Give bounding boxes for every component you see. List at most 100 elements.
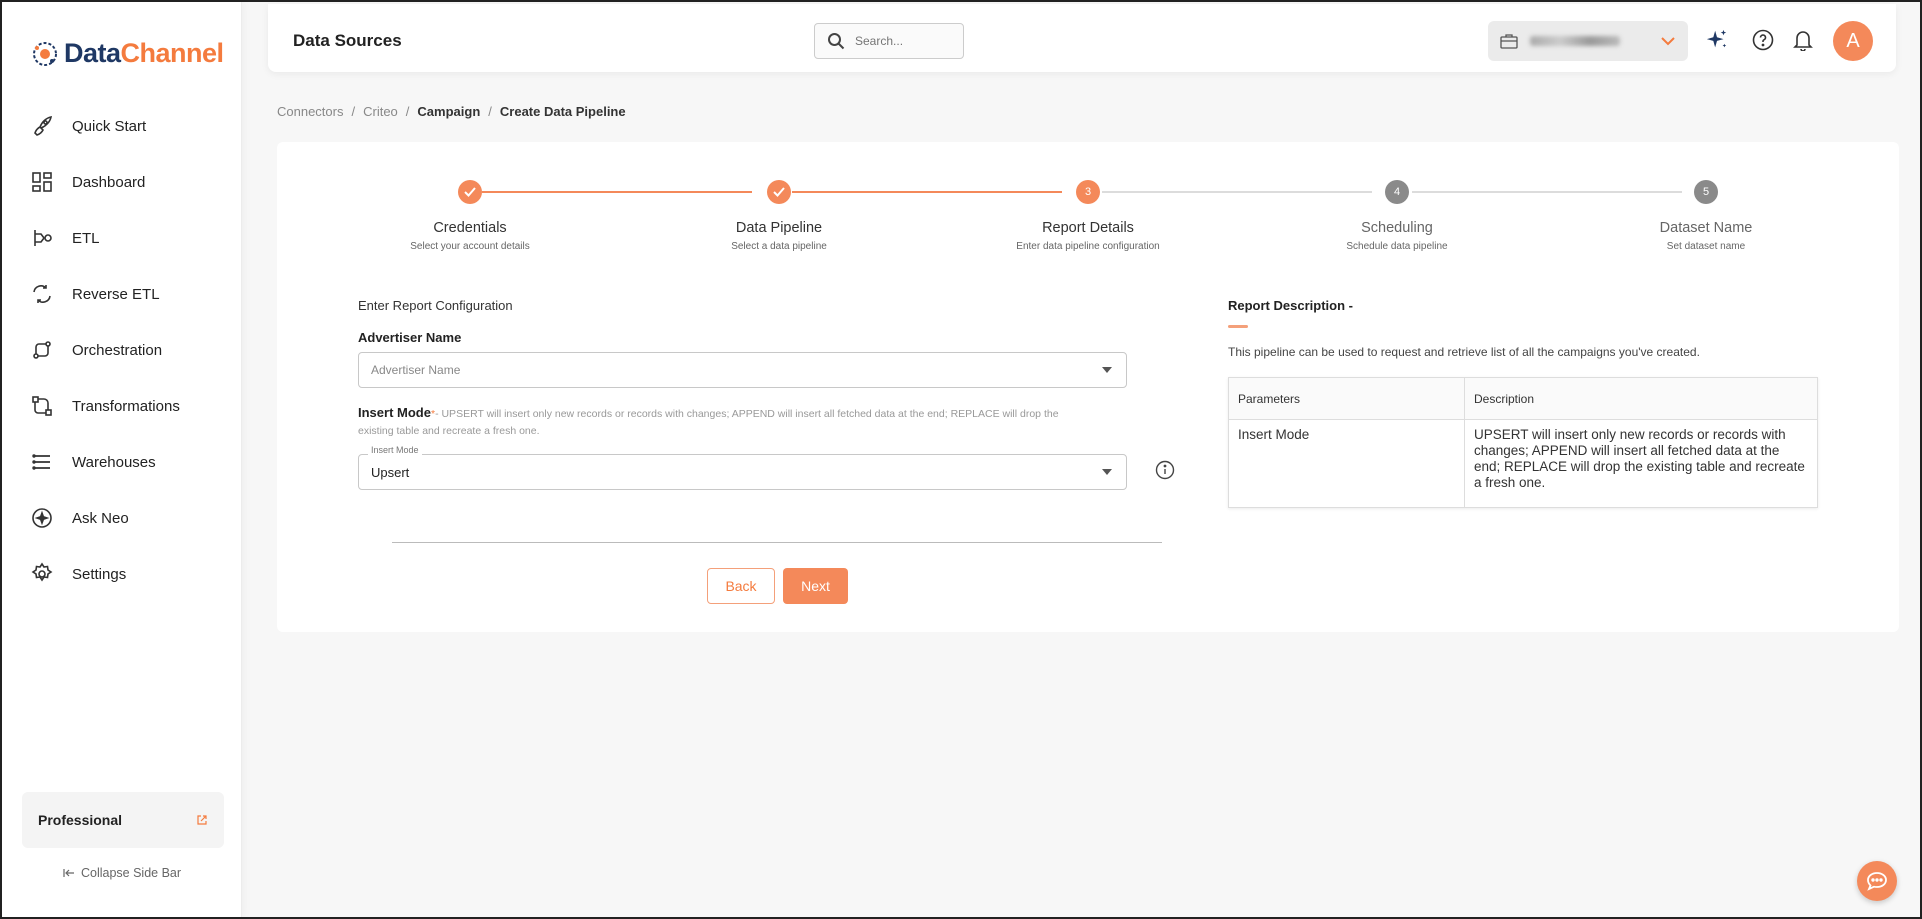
sidebar-item-dashboard[interactable]: Dashboard	[2, 154, 241, 210]
collapse-label: Collapse Side Bar	[80, 866, 182, 880]
sidebar-item-label: ETL	[72, 229, 100, 247]
transformations-icon	[32, 396, 52, 416]
report-description-title: Report Description -	[1228, 298, 1353, 313]
plan-box[interactable]: Professional	[22, 792, 224, 848]
sidebar-item-warehouses[interactable]: Warehouses	[2, 434, 241, 490]
sidebar-item-transformations[interactable]: Transformations	[2, 378, 241, 434]
table-cell-desc: UPSERT will insert only new records or r…	[1464, 419, 1818, 508]
table-row: Insert Mode UPSERT will insert only new …	[1228, 419, 1818, 508]
table-header-row: Parameters Description	[1228, 377, 1818, 420]
help-button[interactable]	[1751, 28, 1775, 52]
search-icon	[828, 33, 845, 50]
brand-name: DataChannel	[64, 38, 224, 68]
back-button[interactable]: Back	[707, 568, 775, 604]
breadcrumb-separator: /	[488, 104, 492, 119]
search-box[interactable]	[814, 23, 964, 59]
breadcrumb-connectors[interactable]: Connectors	[277, 104, 343, 119]
workspace-selector[interactable]	[1488, 21, 1688, 61]
step-connector-2	[792, 191, 1062, 193]
advertiser-name-label: Advertiser Name	[358, 330, 462, 345]
step-2-title: Data Pipeline	[735, 220, 823, 236]
sidebar-item-label: Quick Start	[72, 117, 147, 135]
insert-mode-value: Upsert	[371, 464, 410, 480]
check-icon	[773, 187, 785, 197]
rocket-icon	[34, 115, 53, 136]
insert-mode-label: Insert Mode*- UPSERT will insert only ne…	[358, 405, 1059, 437]
chat-widget-button[interactable]	[1857, 861, 1897, 901]
sidebar-item-label: Dashboard	[72, 173, 146, 191]
advertiser-name-placeholder: Advertiser Name	[371, 363, 461, 377]
sparkle-icon	[32, 508, 52, 528]
table-header-description: Description	[1464, 377, 1818, 420]
form-heading: Enter Report Configuration	[358, 298, 513, 313]
sidebar-item-orchestration[interactable]: Orchestration	[2, 322, 241, 378]
step-5-title: Dataset Name	[1659, 220, 1753, 236]
notifications-button[interactable]	[1791, 28, 1815, 52]
step-2-circle	[767, 180, 791, 204]
logo[interactable]: DataChannel	[30, 38, 224, 69]
pipeline-card: Credentials Select your account details …	[277, 142, 1899, 632]
breadcrumb-criteo[interactable]: Criteo	[363, 104, 398, 119]
page-title: Data Sources	[293, 31, 402, 50]
help-icon	[1752, 29, 1774, 51]
orchestration-icon	[33, 341, 51, 359]
workspace-name-redacted	[1530, 36, 1620, 46]
top-header: Data Sources A	[268, 4, 1896, 72]
table-header-parameters: Parameters	[1228, 377, 1465, 420]
step-3-subtitle: Enter data pipeline configuration	[1016, 241, 1160, 252]
sidebar-item-etl[interactable]: ETL	[2, 210, 241, 266]
sidebar-item-label: Orchestration	[72, 341, 163, 359]
sidebar-nav: Quick Start Dashboard ETL Reverse ETL Or…	[2, 98, 241, 602]
table-cell-param: Insert Mode	[1228, 419, 1465, 508]
briefcase-icon	[1500, 34, 1518, 49]
etl-icon	[34, 230, 52, 246]
sidebar-item-quick-start[interactable]: Quick Start	[2, 98, 241, 154]
info-icon	[1155, 460, 1175, 480]
gear-icon	[31, 562, 53, 582]
chat-icon	[1867, 872, 1887, 891]
step-1-subtitle: Select your account details	[410, 241, 530, 252]
breadcrumb-separator: /	[351, 104, 356, 119]
caret-down-icon	[1102, 469, 1112, 475]
warehouses-icon	[32, 454, 50, 470]
title-underline	[1228, 325, 1248, 328]
plan-label: Professional	[38, 812, 123, 828]
external-link-icon[interactable]	[196, 814, 208, 826]
insert-mode-select[interactable]: Upsert	[358, 454, 1127, 490]
sidebar-item-ask-neo[interactable]: Ask Neo	[2, 490, 241, 546]
logo-icon	[33, 41, 57, 66]
sidebar-item-settings[interactable]: Settings	[2, 546, 241, 602]
reverse-etl-icon	[33, 285, 51, 303]
step-2-subtitle: Select a data pipeline	[731, 241, 827, 252]
breadcrumb: Connectors / Criteo / Campaign / Create …	[277, 104, 626, 119]
chevron-down-icon	[1661, 37, 1675, 46]
insert-mode-info-button[interactable]	[1155, 460, 1175, 485]
step-4-title: Scheduling	[1361, 220, 1433, 236]
user-avatar[interactable]: A	[1833, 21, 1873, 61]
ai-sparkle-button[interactable]	[1705, 28, 1729, 52]
sidebar-item-reverse-etl[interactable]: Reverse ETL	[2, 266, 241, 322]
collapse-icon	[63, 869, 74, 877]
bell-icon	[1793, 31, 1813, 51]
report-description-text: This pipeline can be used to request and…	[1228, 345, 1700, 359]
search-input[interactable]	[855, 34, 955, 48]
step-4-circle: 4	[1385, 180, 1409, 204]
collapse-sidebar-button[interactable]: Collapse Side Bar	[2, 866, 242, 880]
step-connector-4	[1412, 191, 1682, 193]
step-connector-1	[482, 191, 752, 193]
sidebar: DataChannel Quick Start Dashboard ETL Re…	[2, 2, 242, 917]
step-3-title: Report Details	[1042, 220, 1134, 236]
step-connector-3	[1102, 191, 1372, 193]
step-3-circle: 3	[1076, 180, 1100, 204]
step-5-circle: 5	[1694, 180, 1718, 204]
sidebar-item-label: Reverse ETL	[72, 285, 160, 303]
sidebar-item-label: Settings	[72, 565, 127, 583]
next-button[interactable]: Next	[783, 568, 848, 604]
sidebar-item-label: Ask Neo	[72, 509, 129, 527]
check-icon	[464, 187, 476, 197]
sidebar-item-label: Transformations	[72, 397, 180, 415]
insert-mode-float-label: Insert Mode	[368, 445, 422, 455]
dashboard-icon	[32, 172, 52, 192]
breadcrumb-campaign[interactable]: Campaign	[417, 104, 480, 119]
advertiser-name-select[interactable]: Advertiser Name	[358, 352, 1127, 388]
